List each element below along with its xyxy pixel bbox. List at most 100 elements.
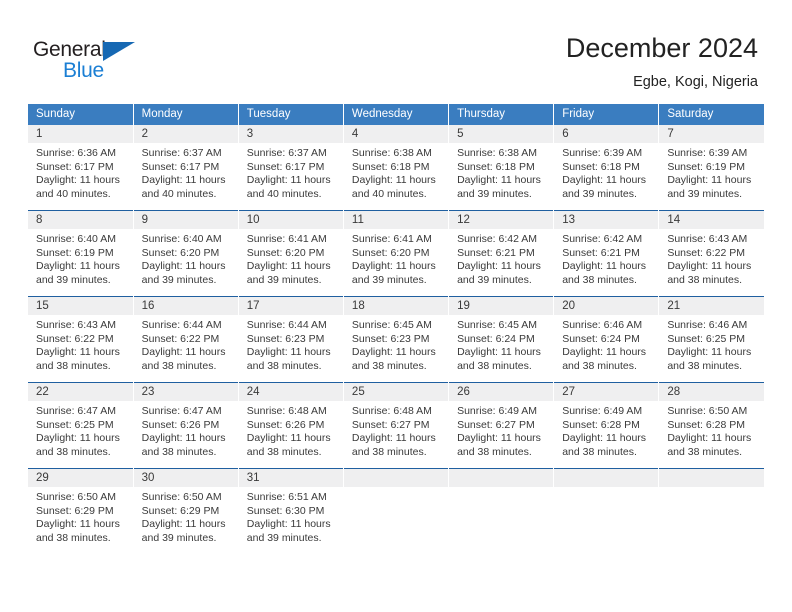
sunrise-text: Sunrise: 6:49 AM bbox=[562, 405, 643, 417]
calendar-day-cell[interactable]: 20 Sunrise: 6:46 AM Sunset: 6:24 PM Dayligh… bbox=[553, 296, 660, 383]
sunrise-text: Sunrise: 6:50 AM bbox=[141, 491, 222, 503]
daylight-text-line2: and 39 minutes. bbox=[667, 187, 743, 200]
daylight-text-line2: and 38 minutes. bbox=[36, 445, 111, 458]
daylight-text-line1: Daylight: 11 hours bbox=[667, 432, 752, 444]
sunrise-text: Sunrise: 6:43 AM bbox=[667, 233, 748, 245]
day-cell-inner: 2 Sunrise: 6:37 AM Sunset: 6:17 PM Daylight… bbox=[133, 125, 238, 210]
calendar-day-cell[interactable]: 11 Sunrise: 6:41 AM Sunset: 6:20 PM Dayligh… bbox=[343, 210, 450, 297]
calendar-day-cell[interactable]: 30 Sunrise: 6:50 AM Sunset: 6:29 PM Dayligh… bbox=[133, 468, 239, 554]
sunset-text: Sunset: 6:18 PM bbox=[457, 160, 535, 173]
weekday-header-thursday: Thursday bbox=[448, 104, 555, 125]
calendar-day-cell[interactable]: 19 Sunrise: 6:45 AM Sunset: 6:24 PM Dayligh… bbox=[448, 296, 555, 383]
sunrise-text: Sunrise: 6:46 AM bbox=[562, 319, 643, 331]
daylight-text-line1: Daylight: 11 hours bbox=[36, 518, 120, 530]
calendar-day-cell[interactable]: 4 Sunrise: 6:38 AM Sunset: 6:18 PM Daylight… bbox=[343, 125, 450, 211]
calendar-day-cell[interactable]: 31 Sunrise: 6:51 AM Sunset: 6:30 PM Dayligh… bbox=[238, 468, 344, 554]
day-detail: Sunrise: 6:49 AM Sunset: 6:27 PM Daylight:… bbox=[449, 401, 553, 459]
calendar-day-cell-empty bbox=[658, 468, 764, 554]
calendar-day-cell[interactable]: 21 Sunrise: 6:46 AM Sunset: 6:25 PM Dayligh… bbox=[658, 296, 764, 383]
daylight-text-line1: Daylight: 11 hours bbox=[36, 346, 120, 358]
sunset-text: Sunset: 6:17 PM bbox=[141, 160, 220, 173]
calendar-day-cell[interactable]: 27 Sunrise: 6:49 AM Sunset: 6:28 PM Dayligh… bbox=[553, 382, 660, 469]
calendar-day-cell[interactable]: 2 Sunrise: 6:37 AM Sunset: 6:17 PM Daylight… bbox=[133, 125, 239, 211]
day-number: 3 bbox=[238, 125, 343, 143]
sunset-text: Sunset: 6:28 PM bbox=[562, 418, 640, 431]
daylight-text-line1: Daylight: 11 hours bbox=[562, 174, 647, 186]
day-cell-inner: 1 Sunrise: 6:36 AM Sunset: 6:17 PM Daylight… bbox=[28, 125, 133, 210]
sunset-text: Sunset: 6:21 PM bbox=[457, 246, 535, 259]
daylight-text-line1: Daylight: 11 hours bbox=[351, 260, 436, 272]
calendar-day-cell[interactable]: 15 Sunrise: 6:43 AM Sunset: 6:22 PM Dayligh… bbox=[28, 296, 134, 383]
sunrise-text: Sunrise: 6:38 AM bbox=[351, 147, 432, 159]
daylight-text-line2: and 38 minutes. bbox=[351, 359, 427, 372]
day-detail: Sunrise: 6:39 AM Sunset: 6:19 PM Daylight:… bbox=[659, 143, 764, 201]
calendar-day-cell[interactable]: 28 Sunrise: 6:50 AM Sunset: 6:28 PM Dayligh… bbox=[658, 382, 764, 469]
sunrise-text: Sunrise: 6:45 AM bbox=[351, 319, 432, 331]
day-number bbox=[659, 469, 764, 487]
calendar-day-cell[interactable]: 6 Sunrise: 6:39 AM Sunset: 6:18 PM Daylight… bbox=[553, 125, 660, 211]
general-blue-logo[interactable]: General Blue bbox=[33, 38, 163, 84]
day-detail: Sunrise: 6:44 AM Sunset: 6:23 PM Daylight:… bbox=[239, 315, 343, 373]
daylight-text-line1: Daylight: 11 hours bbox=[141, 346, 226, 358]
daylight-text-line1: Daylight: 11 hours bbox=[246, 346, 331, 358]
daylight-text-line1: Daylight: 11 hours bbox=[351, 174, 436, 186]
day-detail: Sunrise: 6:46 AM Sunset: 6:24 PM Daylight:… bbox=[554, 315, 658, 373]
weekday-header-friday: Friday bbox=[553, 104, 660, 125]
day-cell-inner: 22 Sunrise: 6:47 AM Sunset: 6:25 PM Dayligh… bbox=[28, 383, 133, 468]
sunrise-text: Sunrise: 6:49 AM bbox=[457, 405, 538, 417]
daylight-text-line1: Daylight: 11 hours bbox=[141, 518, 226, 530]
day-detail: Sunrise: 6:36 AM Sunset: 6:17 PM Daylight:… bbox=[28, 143, 133, 201]
sunset-text: Sunset: 6:20 PM bbox=[246, 246, 325, 259]
calendar-day-cell[interactable]: 1 Sunrise: 6:36 AM Sunset: 6:17 PM Daylight… bbox=[28, 125, 134, 211]
sunset-text: Sunset: 6:30 PM bbox=[246, 504, 325, 517]
sunrise-text: Sunrise: 6:47 AM bbox=[141, 405, 222, 417]
calendar-day-cell[interactable]: 14 Sunrise: 6:43 AM Sunset: 6:22 PM Dayligh… bbox=[658, 210, 764, 297]
daylight-text-line2: and 38 minutes. bbox=[36, 359, 111, 372]
day-number: 9 bbox=[133, 211, 238, 229]
calendar-day-cell-empty bbox=[553, 468, 660, 554]
calendar-day-cell[interactable]: 22 Sunrise: 6:47 AM Sunset: 6:25 PM Dayligh… bbox=[28, 382, 134, 469]
daylight-text-line2: and 39 minutes. bbox=[457, 187, 532, 200]
weekday-header-sunday: Sunday bbox=[28, 104, 134, 125]
day-cell-inner: 24 Sunrise: 6:48 AM Sunset: 6:26 PM Dayligh… bbox=[238, 383, 343, 468]
sunrise-text: Sunrise: 6:50 AM bbox=[667, 405, 748, 417]
calendar-day-cell[interactable]: 25 Sunrise: 6:48 AM Sunset: 6:27 PM Dayligh… bbox=[343, 382, 450, 469]
sunset-text: Sunset: 6:19 PM bbox=[667, 160, 745, 173]
calendar-day-cell-empty bbox=[343, 468, 450, 554]
calendar-day-cell[interactable]: 29 Sunrise: 6:50 AM Sunset: 6:29 PM Dayligh… bbox=[28, 468, 134, 554]
daylight-text-line1: Daylight: 11 hours bbox=[246, 432, 331, 444]
calendar-day-cell[interactable]: 5 Sunrise: 6:38 AM Sunset: 6:18 PM Daylight… bbox=[448, 125, 555, 211]
sunset-text: Sunset: 6:20 PM bbox=[141, 246, 220, 259]
day-number: 11 bbox=[343, 211, 449, 229]
calendar-day-cell[interactable]: 13 Sunrise: 6:42 AM Sunset: 6:21 PM Dayligh… bbox=[553, 210, 660, 297]
calendar-day-cell[interactable]: 24 Sunrise: 6:48 AM Sunset: 6:26 PM Dayligh… bbox=[238, 382, 344, 469]
day-detail: Sunrise: 6:51 AM Sunset: 6:30 PM Daylight:… bbox=[239, 487, 343, 545]
calendar-day-cell[interactable]: 12 Sunrise: 6:42 AM Sunset: 6:21 PM Dayligh… bbox=[448, 210, 555, 297]
sunset-text: Sunset: 6:29 PM bbox=[36, 504, 114, 517]
daylight-text-line2: and 38 minutes. bbox=[562, 273, 637, 286]
calendar-day-cell[interactable]: 17 Sunrise: 6:44 AM Sunset: 6:23 PM Dayligh… bbox=[238, 296, 344, 383]
daylight-text-line2: and 39 minutes. bbox=[36, 273, 111, 286]
day-number: 30 bbox=[133, 469, 238, 487]
day-detail: Sunrise: 6:37 AM Sunset: 6:17 PM Daylight:… bbox=[134, 143, 238, 201]
day-detail: Sunrise: 6:49 AM Sunset: 6:28 PM Daylight:… bbox=[554, 401, 658, 459]
calendar-week-row: 1 Sunrise: 6:36 AM Sunset: 6:17 PM Daylight… bbox=[28, 125, 764, 211]
day-cell-inner: 18 Sunrise: 6:45 AM Sunset: 6:23 PM Dayligh… bbox=[343, 297, 449, 382]
day-detail: Sunrise: 6:45 AM Sunset: 6:24 PM Daylight:… bbox=[449, 315, 553, 373]
calendar-day-cell[interactable]: 9 Sunrise: 6:40 AM Sunset: 6:20 PM Daylight… bbox=[133, 210, 239, 297]
day-detail: Sunrise: 6:42 AM Sunset: 6:21 PM Daylight:… bbox=[449, 229, 553, 287]
calendar-week-row: 8 Sunrise: 6:40 AM Sunset: 6:19 PM Daylight… bbox=[28, 210, 764, 297]
day-cell-inner: 10 Sunrise: 6:41 AM Sunset: 6:20 PM Dayligh… bbox=[238, 211, 343, 296]
day-detail bbox=[659, 487, 764, 491]
calendar-day-cell[interactable]: 10 Sunrise: 6:41 AM Sunset: 6:20 PM Dayligh… bbox=[238, 210, 344, 297]
calendar-day-cell[interactable]: 16 Sunrise: 6:44 AM Sunset: 6:22 PM Dayligh… bbox=[133, 296, 239, 383]
calendar-day-cell[interactable]: 18 Sunrise: 6:45 AM Sunset: 6:23 PM Dayligh… bbox=[343, 296, 450, 383]
calendar-day-cell[interactable]: 3 Sunrise: 6:37 AM Sunset: 6:17 PM Daylight… bbox=[238, 125, 344, 211]
daylight-text-line1: Daylight: 11 hours bbox=[562, 260, 647, 272]
calendar-day-cell[interactable]: 7 Sunrise: 6:39 AM Sunset: 6:19 PM Daylight… bbox=[658, 125, 764, 211]
calendar-day-cell[interactable]: 8 Sunrise: 6:40 AM Sunset: 6:19 PM Daylight… bbox=[28, 210, 134, 297]
day-cell-inner: 17 Sunrise: 6:44 AM Sunset: 6:23 PM Dayligh… bbox=[238, 297, 343, 382]
day-cell-inner: 8 Sunrise: 6:40 AM Sunset: 6:19 PM Daylight… bbox=[28, 211, 133, 296]
calendar-day-cell[interactable]: 26 Sunrise: 6:49 AM Sunset: 6:27 PM Dayligh… bbox=[448, 382, 555, 469]
calendar-day-cell[interactable]: 23 Sunrise: 6:47 AM Sunset: 6:26 PM Dayligh… bbox=[133, 382, 239, 469]
